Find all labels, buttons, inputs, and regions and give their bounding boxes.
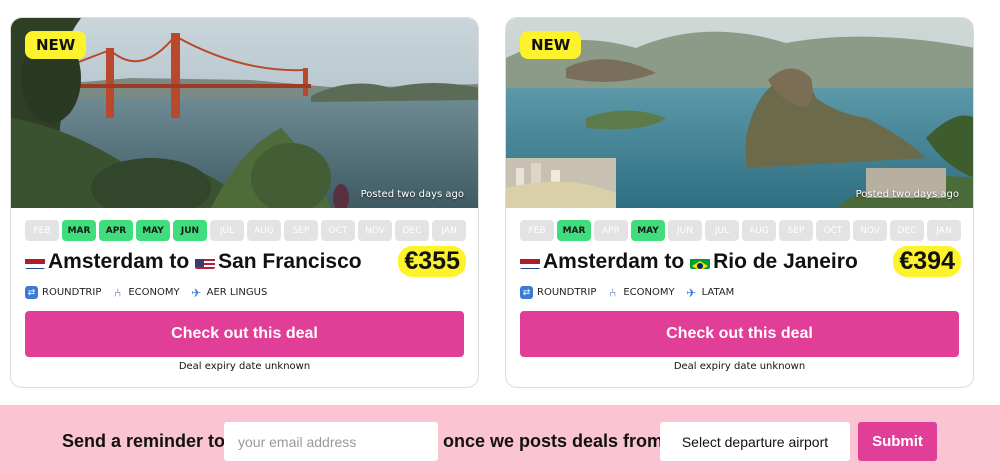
month-chip: APR — [99, 220, 133, 241]
month-chip: MAR — [62, 220, 96, 241]
deal-expiry: Deal expiry date unknown — [178, 361, 311, 372]
posted-time: Posted two days ago — [855, 189, 959, 200]
new-badge: NEW — [25, 31, 87, 59]
email-input[interactable] — [224, 422, 438, 461]
travel-months: FEB MAR APR MAY JUN JUL AUG SEP OCT NOV … — [520, 220, 961, 241]
reminder-lead-text: Send a reminder to — [62, 431, 226, 451]
check-deal-button[interactable]: Check out this deal — [520, 311, 959, 357]
month-chip: FEB — [520, 220, 554, 241]
reminder-middle-text: once we posts deals from — [443, 431, 664, 451]
month-chip: NOV — [358, 220, 392, 241]
travel-months: FEB MAR APR MAY JUN JUL AUG SEP OCT NOV … — [25, 220, 466, 241]
submit-button[interactable]: Submit — [858, 422, 937, 461]
month-chip: SEP — [779, 220, 813, 241]
trip-type: ROUNDTRIP — [42, 287, 102, 298]
deal-price: €394 — [893, 246, 961, 277]
month-chip: NOV — [853, 220, 887, 241]
month-chip: JUN — [173, 220, 207, 241]
month-chip: FEB — [25, 220, 59, 241]
month-chip: MAY — [136, 220, 170, 241]
destination-photo[interactable]: NEW Posted two days ago — [506, 18, 973, 208]
month-chip: SEP — [284, 220, 318, 241]
month-chip: APR — [594, 220, 628, 241]
month-chip: AUG — [742, 220, 776, 241]
month-chip: MAR — [557, 220, 591, 241]
airline-name: LATAM — [701, 287, 735, 298]
month-chip: MAY — [631, 220, 665, 241]
route-title[interactable]: Amsterdam to San Francisco — [25, 250, 362, 274]
cabin-class: ECONOMY — [128, 287, 180, 298]
seat-icon: ⑃ — [609, 285, 617, 300]
deals-grid: NEW Posted two days ago FEB MAR APR MAY … — [0, 0, 1000, 405]
brazil-flag-icon — [690, 255, 711, 269]
month-chip: OCT — [816, 220, 850, 241]
month-chip: JUL — [705, 220, 739, 241]
deal-card-rio-de-janeiro[interactable]: NEW Posted two days ago FEB MAR APR MAY … — [505, 17, 974, 388]
deal-details: ⇄ ROUNDTRIP ⑃ ECONOMY ✈ AER LINGUS — [25, 285, 268, 300]
destination-city: San Francisco — [218, 250, 362, 273]
deal-details: ⇄ ROUNDTRIP ⑃ ECONOMY ✈ LATAM — [520, 285, 735, 300]
usa-flag-icon — [195, 255, 216, 269]
origin-city: Amsterdam — [48, 250, 164, 273]
cabin-class: ECONOMY — [623, 287, 675, 298]
month-chip: JAN — [927, 220, 961, 241]
posted-time: Posted two days ago — [360, 189, 464, 200]
destination-city: Rio de Janeiro — [713, 250, 858, 273]
route-connector: to — [664, 250, 685, 273]
roundtrip-icon: ⇄ — [25, 286, 38, 299]
deal-price: €355 — [398, 246, 466, 277]
deal-expiry: Deal expiry date unknown — [673, 361, 806, 372]
route-connector: to — [169, 250, 190, 273]
deal-card-san-francisco[interactable]: NEW Posted two days ago FEB MAR APR MAY … — [10, 17, 479, 388]
airplane-icon: ✈ — [191, 285, 202, 300]
roundtrip-icon: ⇄ — [520, 286, 533, 299]
netherlands-flag-icon — [25, 255, 45, 269]
new-badge: NEW — [520, 31, 582, 59]
route-title[interactable]: Amsterdam to Rio de Janeiro — [520, 250, 858, 274]
month-chip: JUN — [668, 220, 702, 241]
origin-city: Amsterdam — [543, 250, 659, 273]
netherlands-flag-icon — [520, 255, 540, 269]
month-chip: AUG — [247, 220, 281, 241]
month-chip: JUL — [210, 220, 244, 241]
airplane-icon: ✈ — [686, 285, 697, 300]
month-chip: OCT — [321, 220, 355, 241]
month-chip: DEC — [395, 220, 429, 241]
trip-type: ROUNDTRIP — [537, 287, 597, 298]
check-deal-button[interactable]: Check out this deal — [25, 311, 464, 357]
reminder-bar: Send a reminder to once we posts deals f… — [0, 405, 1000, 474]
seat-icon: ⑃ — [114, 285, 122, 300]
airline-name: AER LINGUS — [206, 287, 268, 298]
month-chip: JAN — [432, 220, 466, 241]
destination-photo[interactable]: NEW Posted two days ago — [11, 18, 478, 208]
month-chip: DEC — [890, 220, 924, 241]
departure-airport-select[interactable]: Select departure airport — [660, 422, 850, 461]
